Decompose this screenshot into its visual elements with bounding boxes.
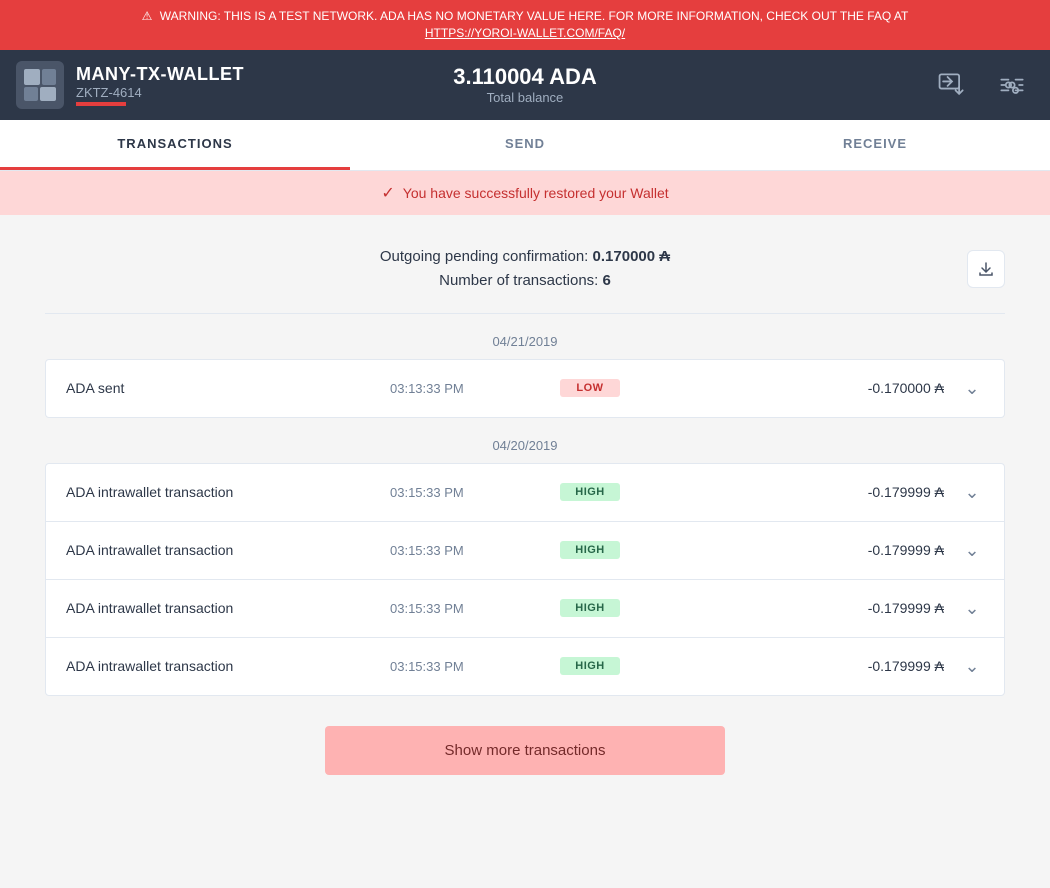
balance-block: 3.110004 ADA Total balance bbox=[355, 64, 694, 105]
tx-amount: -0.179999 ₳ bbox=[636, 542, 944, 558]
table-row: ADA intrawallet transaction 03:15:33 PM … bbox=[46, 522, 1004, 580]
warning-icon: ⚠ bbox=[142, 8, 153, 25]
warning-bar: ⚠ WARNING: THIS IS A TEST NETWORK. ADA H… bbox=[0, 0, 1050, 50]
tx-list-1: ADA sent 03:13:33 PM LOW -0.170000 ₳ ⌄ bbox=[45, 359, 1005, 418]
warning-link[interactable]: HTTPS://YOROI-WALLET.COM/FAQ/ bbox=[16, 25, 1034, 42]
expand-icon[interactable]: ⌄ bbox=[960, 378, 984, 399]
tx-badge-high: HIGH bbox=[560, 541, 620, 559]
warning-text: WARNING: THIS IS A TEST NETWORK. ADA HAS… bbox=[160, 9, 909, 23]
header-actions bbox=[695, 63, 1034, 107]
date-header-2: 04/20/2019 bbox=[45, 438, 1005, 453]
tab-send[interactable]: SEND bbox=[350, 120, 700, 170]
tx-badge-low: LOW bbox=[560, 379, 620, 397]
expand-icon[interactable]: ⌄ bbox=[960, 598, 984, 619]
tx-time: 03:15:33 PM bbox=[390, 485, 544, 500]
balance-label: Total balance bbox=[355, 90, 694, 105]
show-more-container: Show more transactions bbox=[45, 726, 1005, 775]
tx-amount: -0.179999 ₳ bbox=[636, 484, 944, 500]
tx-type: ADA intrawallet transaction bbox=[66, 600, 374, 616]
pending-tx-count: Number of transactions: 6 bbox=[45, 269, 1005, 293]
pending-info: Outgoing pending confirmation: 0.170000 … bbox=[45, 245, 1005, 293]
check-icon: ✓ bbox=[381, 183, 394, 203]
tx-time: 03:15:33 PM bbox=[390, 601, 544, 616]
table-row: ADA intrawallet transaction 03:15:33 PM … bbox=[46, 464, 1004, 522]
expand-icon[interactable]: ⌄ bbox=[960, 482, 984, 503]
date-header-1: 04/21/2019 bbox=[45, 334, 1005, 349]
pending-outgoing: Outgoing pending confirmation: 0.170000 … bbox=[45, 245, 1005, 269]
wallet-info: MANY-TX-WALLET ZKTZ-4614 bbox=[16, 61, 355, 109]
tx-badge-high: HIGH bbox=[560, 657, 620, 675]
pending-outgoing-value: 0.170000 ₳ bbox=[593, 248, 671, 265]
tx-type: ADA intrawallet transaction bbox=[66, 484, 374, 500]
header-underline bbox=[76, 102, 126, 106]
tx-amount: -0.170000 ₳ bbox=[636, 380, 944, 396]
tx-time: 03:15:33 PM bbox=[390, 543, 544, 558]
balance-amount: 3.110004 ADA bbox=[355, 64, 694, 90]
tx-time: 03:15:33 PM bbox=[390, 659, 544, 674]
tx-list-2: ADA intrawallet transaction 03:15:33 PM … bbox=[45, 463, 1005, 696]
success-banner: ✓ You have successfully restored your Wa… bbox=[0, 171, 1050, 215]
expand-icon[interactable]: ⌄ bbox=[960, 540, 984, 561]
tx-amount: -0.179999 ₳ bbox=[636, 658, 944, 674]
tx-type: ADA sent bbox=[66, 380, 374, 396]
tx-amount: -0.179999 ₳ bbox=[636, 600, 944, 616]
tx-count-value: 6 bbox=[603, 272, 611, 289]
tx-type: ADA intrawallet transaction bbox=[66, 542, 374, 558]
table-row: ADA intrawallet transaction 03:15:33 PM … bbox=[46, 580, 1004, 638]
wallet-id: ZKTZ-4614 bbox=[76, 85, 244, 100]
success-text: You have successfully restored your Wall… bbox=[403, 185, 669, 201]
send-receive-button[interactable] bbox=[930, 63, 974, 107]
wallet-avatar bbox=[16, 61, 64, 109]
settings-button[interactable] bbox=[990, 63, 1034, 107]
tx-badge-high: HIGH bbox=[560, 483, 620, 501]
tab-transactions[interactable]: TRANSACTIONS bbox=[0, 120, 350, 170]
tx-time: 03:13:33 PM bbox=[390, 381, 544, 396]
show-more-button[interactable]: Show more transactions bbox=[325, 726, 725, 775]
wallet-name: MANY-TX-WALLET bbox=[76, 64, 244, 85]
main-content: Outgoing pending confirmation: 0.170000 … bbox=[25, 215, 1025, 825]
tx-badge-high: HIGH bbox=[560, 599, 620, 617]
wallet-name-block: MANY-TX-WALLET ZKTZ-4614 bbox=[76, 64, 244, 106]
nav-tabs: TRANSACTIONS SEND RECEIVE bbox=[0, 120, 1050, 171]
tx-type: ADA intrawallet transaction bbox=[66, 658, 374, 674]
divider bbox=[45, 313, 1005, 314]
expand-icon[interactable]: ⌄ bbox=[960, 656, 984, 677]
header: MANY-TX-WALLET ZKTZ-4614 3.110004 ADA To… bbox=[0, 50, 1050, 120]
table-row: ADA sent 03:13:33 PM LOW -0.170000 ₳ ⌄ bbox=[46, 360, 1004, 417]
table-row: ADA intrawallet transaction 03:15:33 PM … bbox=[46, 638, 1004, 695]
tab-receive[interactable]: RECEIVE bbox=[700, 120, 1050, 170]
export-button[interactable] bbox=[967, 250, 1005, 288]
